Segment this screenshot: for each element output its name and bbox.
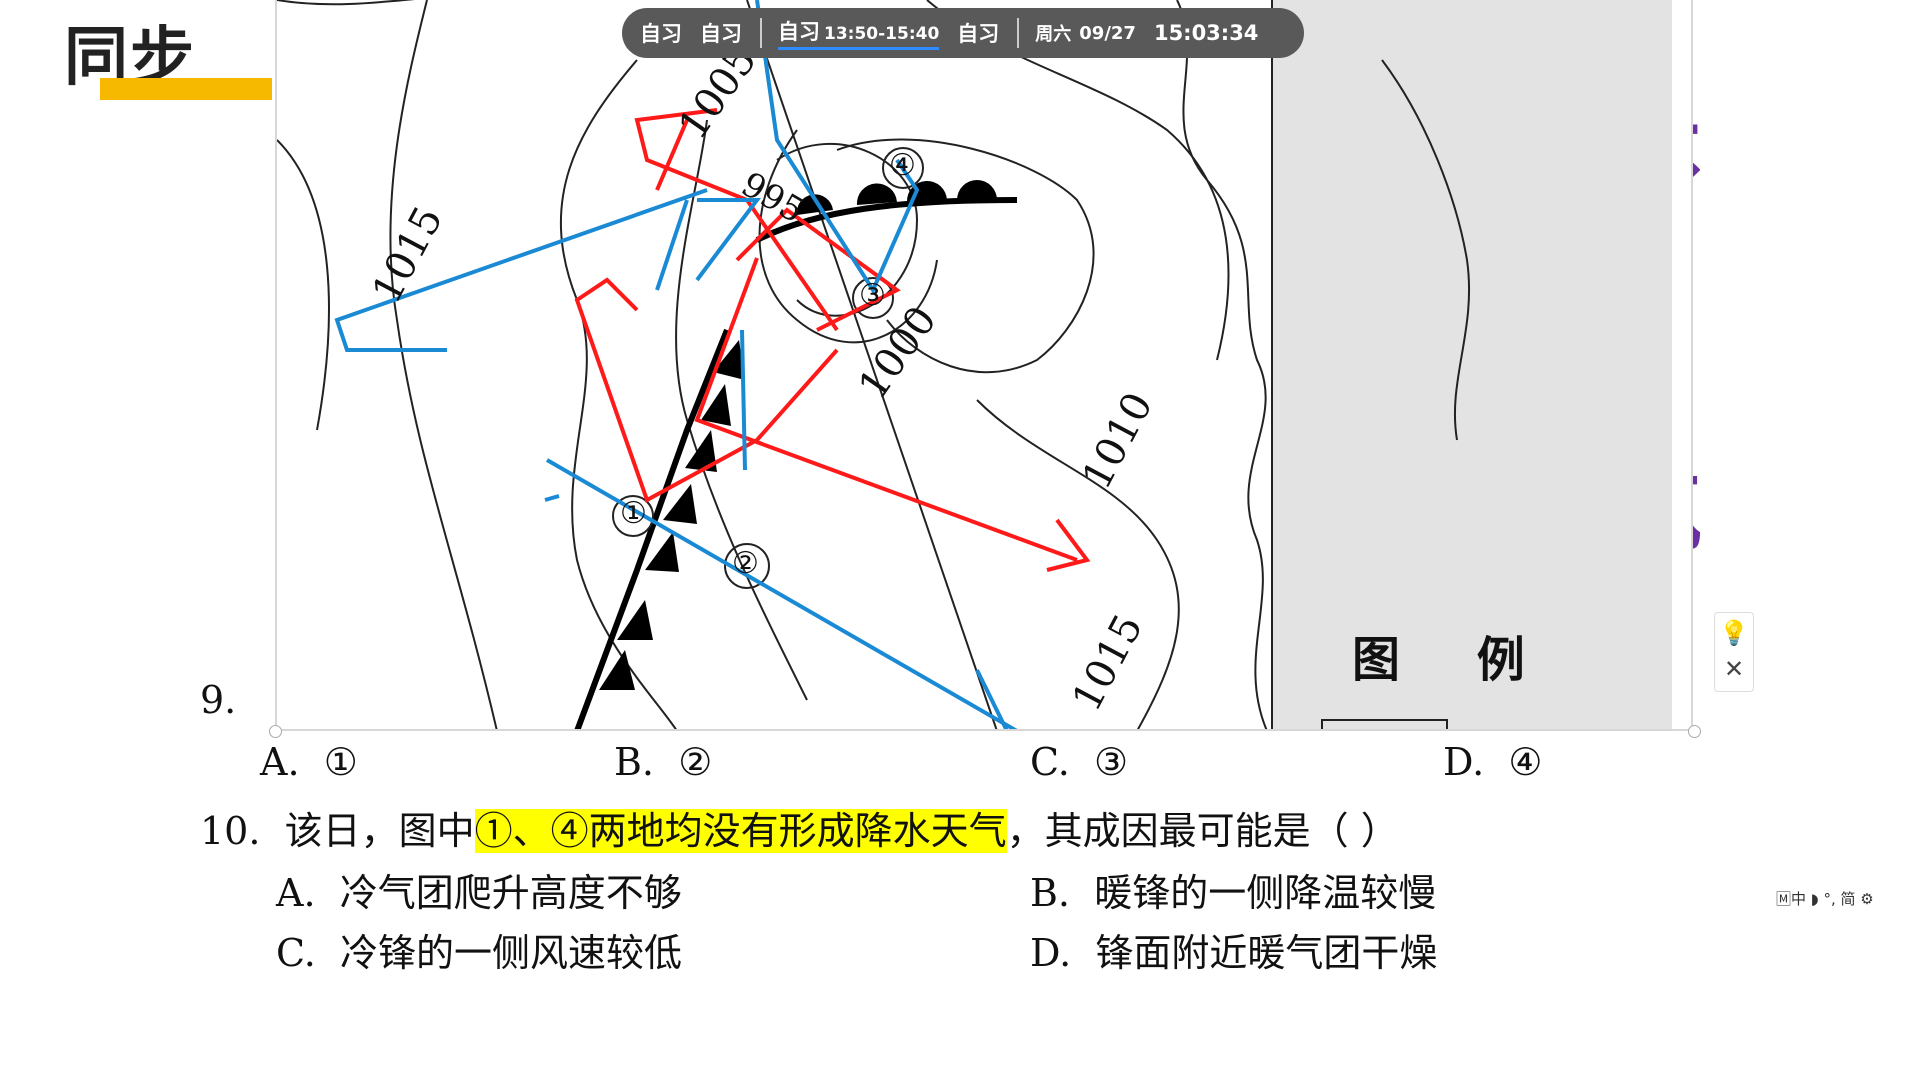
q9-option-b-letter: B. xyxy=(614,740,655,784)
question-10-stem: 10. 该日，图中①、④两地均没有形成降水天气，其成因最可能是（ ） xyxy=(200,800,1399,855)
weekday-label: 周六 xyxy=(1035,24,1072,45)
question-9-number: 9. xyxy=(200,678,237,722)
schedule-separator xyxy=(760,18,762,48)
q9-option-b[interactable]: B. ② xyxy=(614,740,712,784)
q10-option-a-text: 冷气团爬升高度不够 xyxy=(339,871,682,915)
lightbulb-icon[interactable]: 💡 xyxy=(1715,615,1753,651)
clock-label: 15:03:34 xyxy=(1153,21,1259,45)
q10-option-d[interactable]: D. 锋面附近暖气团干燥 xyxy=(1030,922,1437,977)
schedule-item-1[interactable]: 自习 xyxy=(640,18,682,48)
map-legend-title: 图 例 xyxy=(1352,632,1555,688)
resize-handle-bottom-left[interactable] xyxy=(269,725,282,738)
schedule-current-time: 13:50-15:40 xyxy=(824,24,940,44)
q10-option-a[interactable]: A. 冷气团爬升高度不够 xyxy=(276,862,682,917)
q9-option-d[interactable]: D. ④ xyxy=(1443,740,1542,784)
q9-option-c-letter: C. xyxy=(1030,740,1070,784)
station-label-4: ④ xyxy=(889,148,916,183)
question-10-highlight: ①、④两地均没有形成降水天气 xyxy=(474,809,1007,853)
q9-option-a[interactable]: A. ① xyxy=(260,740,358,784)
schedule-item-current-label: 自习 xyxy=(778,20,820,44)
schedule-item-current[interactable]: 自习 13:50-15:40 xyxy=(778,16,940,50)
q9-option-c[interactable]: C. ③ xyxy=(1030,740,1128,784)
schedule-item-2[interactable]: 自习 xyxy=(700,18,742,48)
q10-option-b[interactable]: B. 暖锋的一侧降温较慢 xyxy=(1030,862,1436,917)
station-label-1: ① xyxy=(620,496,647,531)
station-label-2: ② xyxy=(732,546,759,581)
q9-option-b-text: ② xyxy=(678,740,713,784)
floating-toolbar: 💡 ✕ xyxy=(1714,612,1754,692)
q9-option-d-text: ④ xyxy=(1508,740,1543,784)
close-icon[interactable]: ✕ xyxy=(1715,651,1753,687)
title-accent-bar xyxy=(100,78,272,100)
schedule-separator xyxy=(1017,18,1020,48)
q10-option-d-text: 锋面附近暖气团干燥 xyxy=(1095,931,1438,975)
question-10-number: 10. xyxy=(200,809,261,853)
q9-option-a-text: ① xyxy=(323,740,358,784)
q10-option-a-letter: A. xyxy=(276,871,316,915)
q10-option-b-letter: B. xyxy=(1030,871,1071,915)
q10-option-c-text: 冷锋的一侧风速较低 xyxy=(339,931,682,975)
q10-option-c[interactable]: C. 冷锋的一侧风速较低 xyxy=(276,922,682,977)
question-10-prefix: 该日，图中 xyxy=(284,809,475,853)
q10-option-b-text: 暖锋的一侧降温较慢 xyxy=(1094,871,1437,915)
ime-status-bar[interactable]: 🄼中 ◗ °, 简 ⚙ xyxy=(1776,888,1920,912)
class-schedule-bar: 自习 自习 自习 13:50-15:40 自习 周六 09/27 15:03:34 xyxy=(622,8,1304,58)
q9-option-c-text: ③ xyxy=(1093,740,1129,784)
date-label: 09/27 xyxy=(1079,22,1136,44)
q9-option-a-letter: A. xyxy=(260,740,300,784)
question-10-suffix: ，其成因最可能是（ ） xyxy=(1006,809,1399,853)
q10-option-d-letter: D. xyxy=(1030,931,1072,975)
q9-option-d-letter: D. xyxy=(1443,740,1485,784)
station-label-3: ③ xyxy=(859,278,886,313)
schedule-item-4[interactable]: 自习 xyxy=(957,18,999,48)
resize-handle-bottom-right[interactable] xyxy=(1688,725,1701,738)
weather-map-image[interactable]: 1005 995 1015 1000 1010 1015 ① ② ③ ④ 图 例 xyxy=(275,0,1693,731)
q10-option-c-letter: C. xyxy=(276,931,316,975)
